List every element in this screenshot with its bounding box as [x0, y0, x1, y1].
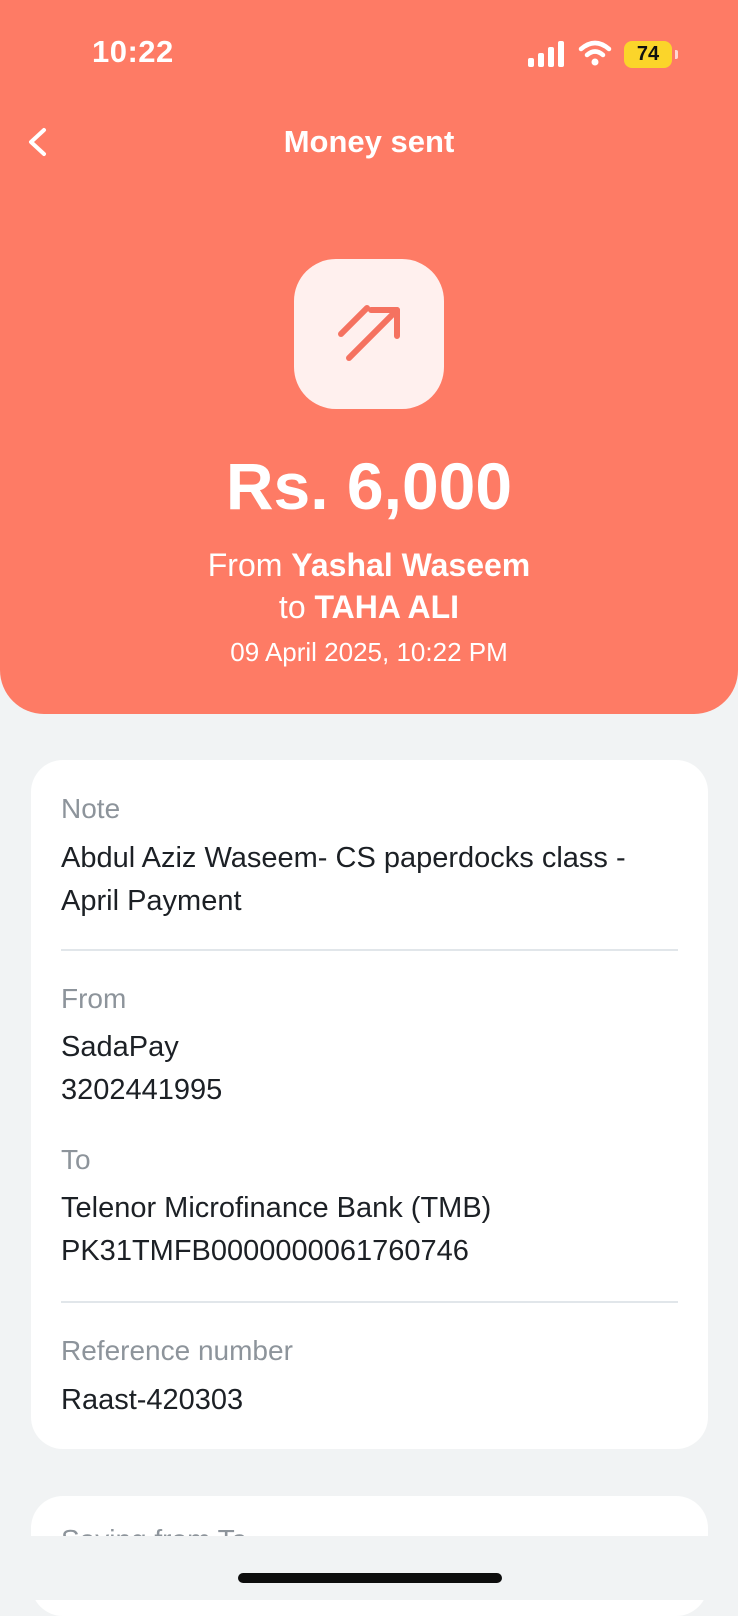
- transfer-parties: From Yashal Waseem to TAHA ALI: [0, 544, 738, 628]
- status-time: 10:22: [92, 34, 174, 69]
- transfer-amount: Rs. 6,000: [225, 449, 513, 523]
- page-title: Money sent: [283, 124, 455, 159]
- to-bank: Telenor Microfinance Bank (TMB): [61, 1192, 492, 1224]
- wifi-icon: [578, 40, 612, 66]
- from-label: From: [61, 983, 127, 1014]
- note-value: Abdul Aziz Waseem- CS paperdocks class -…: [61, 842, 626, 917]
- reference-value: Raast-420303: [61, 1384, 244, 1416]
- sender-line: From Yashal Waseem: [0, 544, 738, 586]
- reference-label: Reference number: [61, 1335, 293, 1366]
- cellular-signal-icon: [528, 41, 564, 67]
- recipient-name: TAHA ALI: [314, 589, 460, 625]
- battery-level: 74: [636, 43, 660, 65]
- money-sent-badge: [294, 259, 444, 409]
- recipient-line: to TAHA ALI: [0, 586, 738, 628]
- battery-icon: 74: [624, 41, 678, 68]
- transaction-datetime: 09 April 2025, 10:22 PM: [230, 637, 508, 667]
- to-account: PK31TMFB0000000061760746: [61, 1235, 469, 1267]
- from-bank: SadaPay: [61, 1031, 179, 1063]
- divider: [61, 1301, 678, 1303]
- transaction-details-card: Note Abdul Aziz Waseem- CS paperdocks cl…: [31, 760, 708, 1449]
- sender-name: Yashal Waseem: [291, 547, 531, 583]
- note-label: Note: [61, 793, 121, 824]
- to-prefix: to: [278, 589, 306, 625]
- from-prefix: From: [207, 547, 283, 583]
- transaction-header: 10:22 74 Money sent Rs. 6,000 From Yasha…: [0, 0, 738, 714]
- from-account: 3202441995: [61, 1074, 223, 1106]
- bottom-safe-area: [0, 1536, 738, 1600]
- home-indicator[interactable]: [238, 1573, 502, 1583]
- arrow-up-right-icon: [338, 305, 400, 361]
- divider: [61, 949, 678, 951]
- to-label: To: [61, 1144, 91, 1175]
